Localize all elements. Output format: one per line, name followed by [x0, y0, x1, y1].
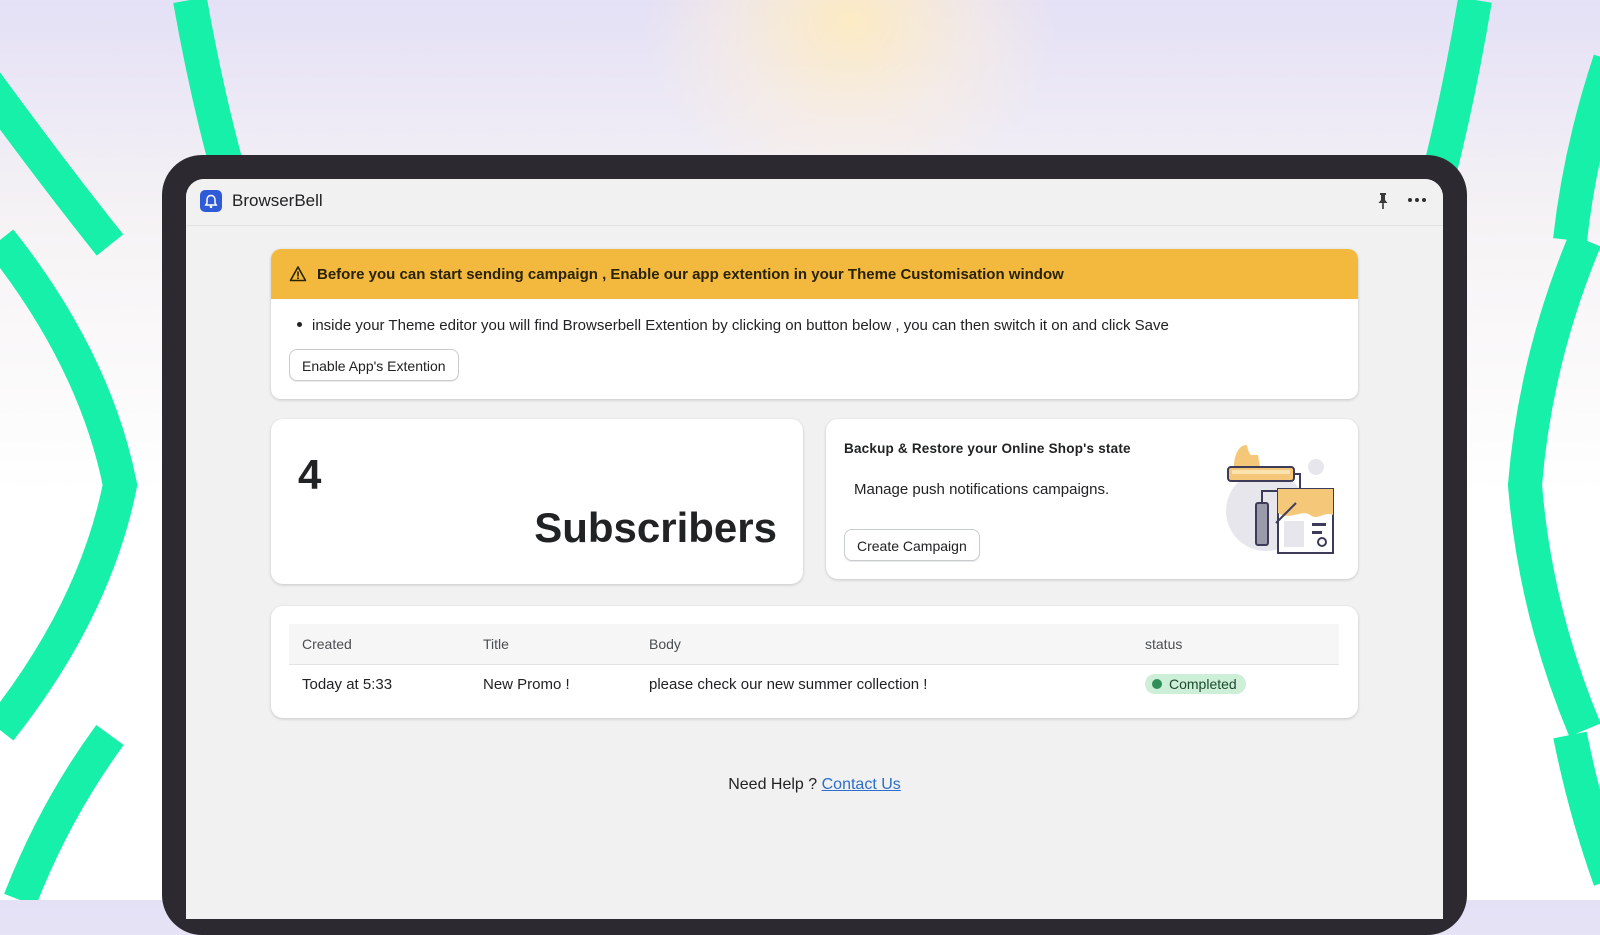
status-label: Completed [1169, 676, 1237, 692]
cell-body: please check our new summer collection ! [649, 675, 928, 693]
cell-created: Today at 5:33 [302, 675, 393, 693]
table-row[interactable]: Today at 5:33 New Promo ! please check o… [289, 665, 1339, 704]
column-header-title[interactable]: Title [470, 624, 636, 665]
subscriber-count: 4 [298, 451, 322, 498]
more-horizontal-icon[interactable] [1405, 189, 1429, 211]
enable-extension-button[interactable]: Enable App's Extention [289, 349, 459, 381]
backup-card: Backup & Restore your Online Shop's stat… [826, 419, 1358, 579]
app-window: BrowserBell Before you can start sending… [186, 179, 1443, 919]
status-dot-icon [1152, 679, 1162, 689]
column-header-body[interactable]: Body [636, 624, 1132, 665]
right-arc-top [1553, 54, 1600, 242]
paint-roller-icon [1226, 445, 1334, 554]
right-chevron [1507, 233, 1600, 737]
backup-title: Backup & Restore your Online Shop's stat… [844, 441, 1131, 456]
bell-icon [200, 190, 222, 212]
subscribers-label: Subscribers [534, 504, 777, 551]
cell-status: Completed [1132, 665, 1339, 704]
bullet-icon [297, 321, 302, 327]
campaigns-table-card: Created Title Body status Today at 5:33 … [271, 606, 1358, 718]
create-campaign-button[interactable]: Create Campaign [844, 529, 980, 561]
pin-icon[interactable] [1373, 191, 1393, 211]
left-arc-top [0, 72, 124, 256]
table-header-row: Created Title Body status [289, 624, 1339, 665]
warning-icon [289, 265, 307, 283]
banner-item-text: inside your Theme editor you will find B… [312, 317, 1169, 334]
campaigns-table: Created Title Body status Today at 5:33 … [289, 624, 1339, 703]
banner-header: Before you can start sending campaign , … [271, 249, 1358, 299]
right-arc-upper [1423, 0, 1492, 175]
title-bar: BrowserBell [186, 179, 1443, 226]
banner-list-item: inside your Theme editor you will find B… [297, 317, 1169, 334]
status-badge: Completed [1145, 674, 1246, 694]
banner-title: Before you can start sending campaign , … [317, 265, 1064, 283]
left-arc-bottom [4, 724, 124, 900]
backup-subtitle: Manage push notifications campaigns. [854, 481, 1110, 498]
right-arc-bottom [1553, 731, 1600, 886]
cell-title: New Promo ! [483, 675, 570, 693]
subscribers-card: 4 Subscribers [271, 419, 803, 584]
setup-banner: Before you can start sending campaign , … [271, 249, 1358, 399]
column-header-created[interactable]: Created [289, 624, 470, 665]
column-header-status[interactable]: status [1132, 624, 1339, 665]
contact-us-link[interactable]: Contact Us [822, 776, 901, 793]
left-arc-upper [173, 0, 242, 165]
help-text: Need Help ? [728, 776, 818, 793]
help-footer: Need Help ? Contact Us [186, 776, 1443, 794]
app-title: BrowserBell [232, 191, 323, 210]
